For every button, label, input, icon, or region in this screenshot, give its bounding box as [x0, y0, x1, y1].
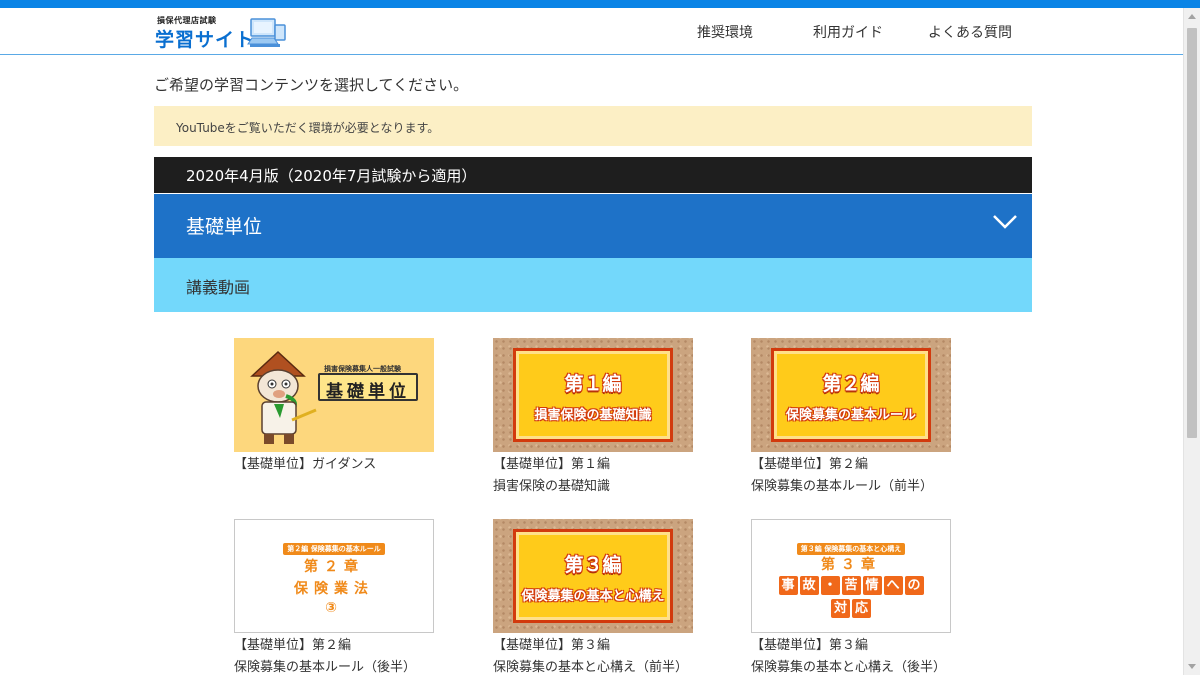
unit-accordion-header[interactable]: 基礎単位: [154, 194, 1032, 258]
video-card-part3-second-half[interactable]: 第３編 保険募集の基本と心構え 第３章 事故・苦情への 対応 【基礎単位】第３編…: [751, 519, 961, 675]
video-title-line1[interactable]: 【基礎単位】第２編: [751, 455, 961, 474]
thumbnail-title: 保険業法: [294, 581, 374, 597]
thumbnail-panel: 第３編 保険募集の基本と心構え: [513, 529, 673, 623]
intro-text: ご希望の学習コンテンツを選択してください。: [154, 76, 469, 94]
unit-title: 基礎単位: [186, 216, 263, 238]
thumbnail-title: 第２編: [822, 373, 880, 395]
youtube-notice: YouTubeをご覧いただく環境が必要となります。: [154, 106, 1032, 146]
teacher-mascot-icon: [250, 350, 317, 444]
video-thumbnail[interactable]: 第２編 保険募集の基本ルール: [751, 338, 951, 452]
video-thumbnail[interactable]: 第１編 損害保険の基礎知識: [493, 338, 693, 452]
video-card-part1[interactable]: 第１編 損害保険の基礎知識 【基礎単位】第１編 損害保険の基礎知識: [493, 338, 703, 496]
video-title-line2[interactable]: 保険募集の基本ルール（後半）: [234, 658, 444, 675]
thumbnail-title: 第３編: [564, 554, 622, 576]
video-card-guidance[interactable]: 損害保険募集人一般試験 基礎単位 【基礎単位】ガイダンス: [234, 338, 444, 477]
top-accent-bar: [0, 0, 1200, 8]
edition-header: 2020年4月版（2020年7月試験から適用）: [154, 157, 1032, 193]
video-card-part2-second-half[interactable]: 第２編 保険募集の基本ルール 第２章 保険業法 ③ 【基礎単位】第２編 保険募集…: [234, 519, 444, 675]
scroll-thumb[interactable]: [1187, 28, 1197, 438]
thumbnail-title-row2: 対応: [752, 599, 950, 618]
thumbnail-subtitle: 保険募集の基本と心構え: [521, 589, 665, 604]
thumbnail-title: 基礎単位: [318, 373, 418, 402]
thumbnail-title-row1: 事故・苦情への: [752, 576, 950, 595]
thumbnail-panel: 第１編 損害保険の基礎知識: [513, 348, 673, 442]
video-thumbnail[interactable]: 第２編 保険募集の基本ルール 第２章 保険業法 ③: [234, 519, 434, 633]
video-title-line1[interactable]: 【基礎単位】ガイダンス: [234, 455, 444, 474]
video-title-line1[interactable]: 【基礎単位】第３編: [493, 636, 703, 655]
thumbnail-subtitle: 損害保険の基礎知識: [534, 408, 652, 423]
scroll-down-arrow-icon[interactable]: [1188, 664, 1196, 669]
vertical-scrollbar[interactable]: [1183, 8, 1200, 675]
nav-recommended-environment[interactable]: 推奨環境: [697, 22, 753, 42]
thumbnail-chapter: 第２章: [304, 559, 364, 575]
thumbnail-subtitle: 保険募集の基本ルール: [785, 408, 916, 423]
video-title-line1[interactable]: 【基礎単位】第３編: [751, 636, 961, 655]
computer-icon: [247, 18, 286, 47]
video-thumbnail[interactable]: 第３編 保険募集の基本と心構え 第３章 事故・苦情への 対応: [751, 519, 951, 633]
site-logo[interactable]: 損保代理店試験 学習サイト: [155, 15, 290, 51]
video-title-line2[interactable]: 保険募集の基本と心構え（前半）: [493, 658, 703, 675]
thumbnail-title: 第１編: [564, 373, 622, 395]
logo-title: 学習サイト: [155, 29, 256, 51]
site-header: 損保代理店試験 学習サイト 推奨環境 利用ガイド よくある質問: [0, 8, 1183, 55]
nav-user-guide[interactable]: 利用ガイド: [813, 22, 883, 42]
nav-faq[interactable]: よくある質問: [928, 22, 1012, 42]
video-title-line2[interactable]: 保険募集の基本ルール（前半）: [751, 477, 961, 496]
thumbnail-number: ③: [325, 600, 343, 616]
thumbnail-tag: 第３編 保険募集の基本と心構え: [752, 536, 950, 555]
video-card-part2-first-half[interactable]: 第２編 保険募集の基本ルール 【基礎単位】第２編 保険募集の基本ルール（前半）: [751, 338, 961, 496]
video-thumbnail[interactable]: 第３編 保険募集の基本と心構え: [493, 519, 693, 633]
scroll-up-arrow-icon[interactable]: [1188, 14, 1196, 19]
thumbnail-panel: 第２編 保険募集の基本ルール: [771, 348, 931, 442]
thumbnail-chapter: 第３章: [821, 557, 881, 573]
video-thumbnail[interactable]: 損害保険募集人一般試験 基礎単位: [234, 338, 434, 452]
video-title-line2[interactable]: 損害保険の基礎知識: [493, 477, 703, 496]
video-title-line2[interactable]: 保険募集の基本と心構え（後半）: [751, 658, 961, 675]
thumbnail-tag: 第２編 保険募集の基本ルール: [235, 536, 433, 555]
video-title-line1[interactable]: 【基礎単位】第１編: [493, 455, 703, 474]
section-lecture-videos: 講義動画: [154, 258, 1032, 312]
video-card-part3-first-half[interactable]: 第３編 保険募集の基本と心構え 【基礎単位】第３編 保険募集の基本と心構え（前半…: [493, 519, 703, 675]
video-title-line1[interactable]: 【基礎単位】第２編: [234, 636, 444, 655]
chevron-down-icon[interactable]: [992, 214, 1018, 230]
